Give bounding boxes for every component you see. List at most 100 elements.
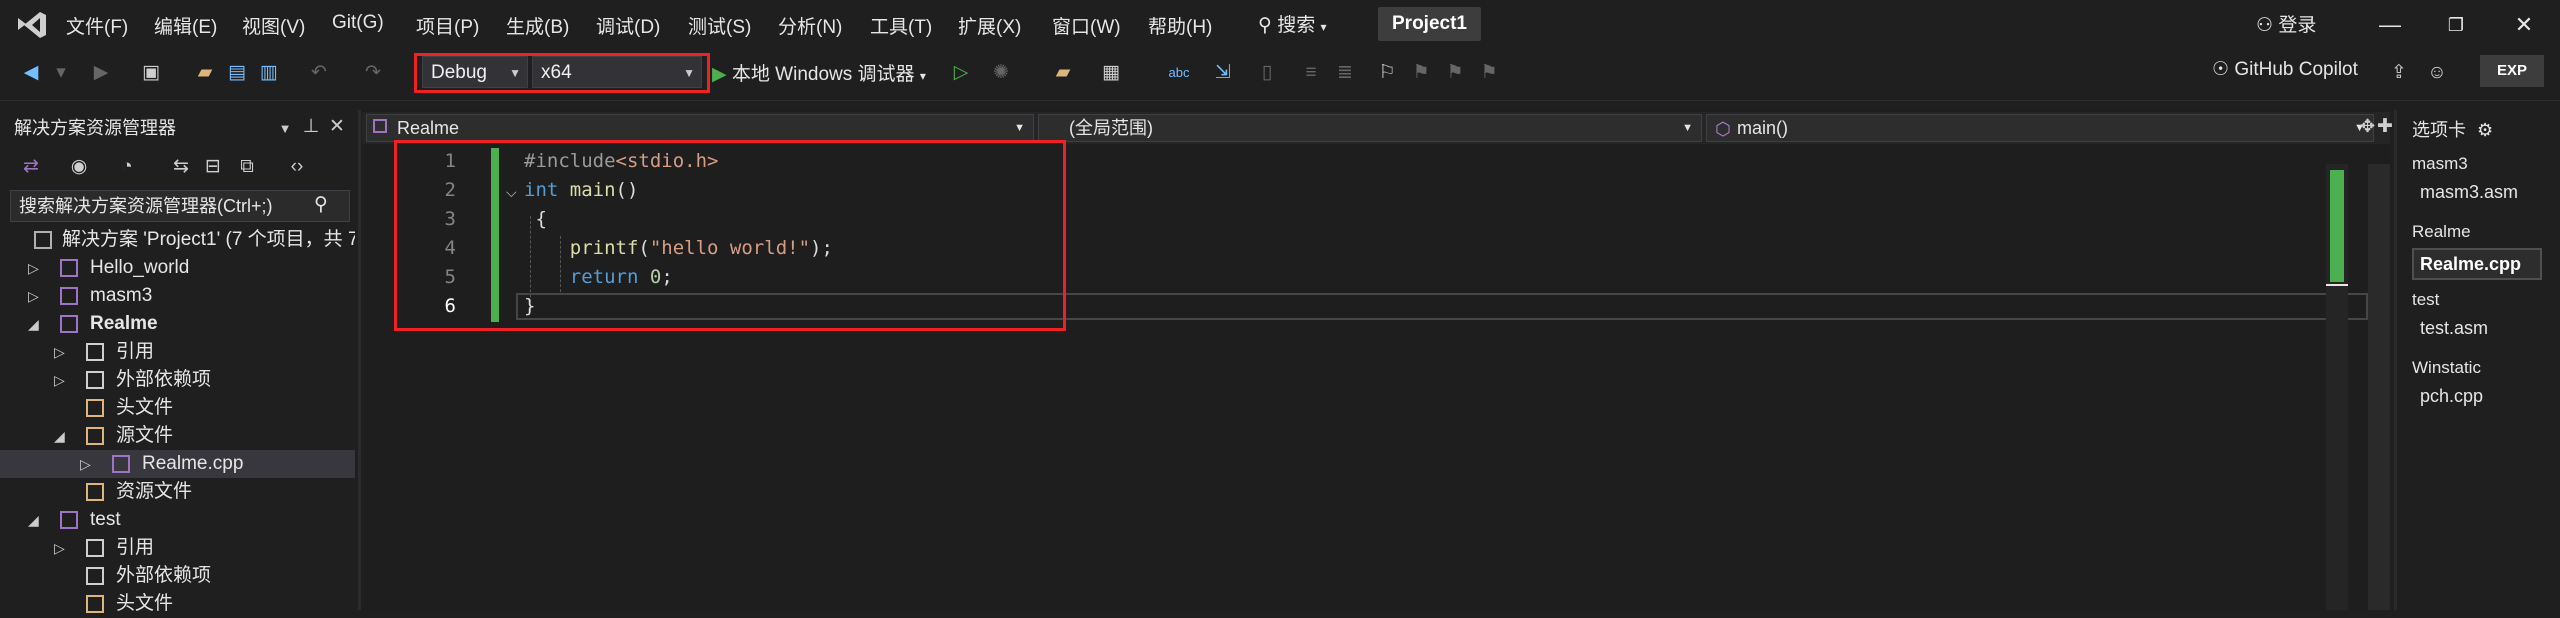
- spell-check-icon[interactable]: abc: [1164, 58, 1194, 88]
- menu-item[interactable]: Git(G): [332, 12, 384, 34]
- menu-item[interactable]: 分析(N): [778, 12, 842, 39]
- tab-file-item[interactable]: pch.cpp: [2420, 386, 2483, 407]
- menu-item[interactable]: 工具(T): [870, 12, 932, 39]
- tree-item[interactable]: 头文件: [0, 394, 355, 422]
- redo-icon[interactable]: ↷: [358, 58, 388, 88]
- collapsed-chevron-icon[interactable]: ▷: [54, 338, 65, 366]
- tab-file-item[interactable]: test.asm: [2420, 318, 2488, 339]
- start-debugging-button[interactable]: ▶ 本地 Windows 调试器 ▾: [712, 59, 926, 86]
- visual-studio-logo-icon[interactable]: [14, 8, 50, 42]
- tree-item[interactable]: ◢ Realme: [0, 310, 355, 338]
- expanded-chevron-icon[interactable]: ◢: [54, 422, 65, 450]
- member-navigation-select[interactable]: ⬡ main() ▼: [1706, 114, 2374, 142]
- menu-item[interactable]: 视图(V): [242, 12, 305, 39]
- sync-icon[interactable]: ⇆: [166, 152, 196, 182]
- search-label: 搜索: [1277, 15, 1316, 36]
- tree-item[interactable]: ▷ 引用: [0, 338, 355, 366]
- project-name-badge[interactable]: Project1: [1378, 7, 1481, 41]
- github-copilot-button[interactable]: ☉ GitHub Copilot: [2212, 58, 2358, 81]
- expanded-chevron-icon[interactable]: ◢: [28, 506, 39, 534]
- tree-item[interactable]: ▷ masm3: [0, 282, 355, 310]
- project-navigation-select[interactable]: Realme ▼: [366, 114, 1034, 142]
- indent-icon[interactable]: ≡: [1296, 58, 1326, 88]
- tab-file-item[interactable]: Realme.cpp: [2412, 248, 2542, 280]
- tree-item[interactable]: 外部依赖项: [0, 562, 355, 590]
- solution-root-item[interactable]: 解决方案 'Project1' (7 个项目，共 7: [0, 226, 355, 254]
- collapsed-chevron-icon[interactable]: ▷: [54, 534, 65, 562]
- menu-item[interactable]: 文件(F): [66, 12, 128, 39]
- scope-navigation-select[interactable]: (全局范围) ▼: [1038, 114, 1702, 142]
- minimize-button[interactable]: —: [2372, 8, 2408, 42]
- tree-item[interactable]: ◢ test: [0, 506, 355, 534]
- collapsed-chevron-icon[interactable]: ▷: [80, 450, 91, 478]
- collapsed-chevron-icon[interactable]: ▷: [28, 282, 39, 310]
- menu-item[interactable]: 帮助(H): [1148, 12, 1212, 39]
- tab-file-item[interactable]: masm3.asm: [2420, 182, 2518, 203]
- save-all-icon[interactable]: ▥: [254, 58, 284, 88]
- menu-item[interactable]: 项目(P): [416, 12, 479, 39]
- layout-icon[interactable]: ▦: [1096, 58, 1126, 88]
- tree-item[interactable]: 资源文件: [0, 478, 355, 506]
- menu-item[interactable]: 编辑(E): [154, 12, 217, 39]
- open-folder-icon[interactable]: ▰: [190, 58, 220, 88]
- menu-item[interactable]: 调试(D): [596, 12, 660, 39]
- new-project-icon[interactable]: ▣: [136, 58, 166, 88]
- folder-icon[interactable]: ▰: [1048, 58, 1078, 88]
- menu-item[interactable]: 测试(S): [688, 12, 751, 39]
- scrollbar-caret-marker: [2326, 284, 2348, 286]
- collapsed-chevron-icon[interactable]: ▷: [54, 366, 65, 394]
- bookmark-icon[interactable]: ⚐: [1372, 58, 1402, 88]
- home-icon[interactable]: ◉: [64, 152, 94, 182]
- solution-explorer-search-input[interactable]: 搜索解决方案资源管理器(Ctrl+;): [10, 190, 350, 222]
- search-icon[interactable]: ⚲: [306, 190, 336, 220]
- cpp-project-icon: [373, 119, 387, 133]
- close-button[interactable]: ✕: [2506, 8, 2542, 42]
- menu-item[interactable]: 窗口(W): [1052, 12, 1121, 39]
- search-menu[interactable]: ⚲ 搜索 ▾: [1258, 10, 1327, 37]
- filter-folder-icon: [86, 399, 104, 417]
- external-deps-icon: [86, 567, 104, 585]
- share-icon[interactable]: ⇪: [2384, 58, 2414, 88]
- prev-bookmark-icon[interactable]: ⚑: [1406, 58, 1436, 88]
- login-button[interactable]: ⚇ 登录: [2256, 10, 2316, 37]
- comment-icon[interactable]: ▯: [1252, 58, 1282, 88]
- hot-reload-icon[interactable]: ✺: [986, 58, 1016, 88]
- navigate-back-icon[interactable]: ◀: [16, 58, 46, 88]
- project-icon: [60, 511, 78, 529]
- tree-item[interactable]: ▷ 引用: [0, 534, 355, 562]
- tree-item[interactable]: ▷ Realme.cpp: [0, 450, 355, 478]
- start-without-debugging-icon[interactable]: ▷: [946, 58, 976, 88]
- feedback-icon[interactable]: ☺: [2422, 58, 2452, 88]
- tree-item[interactable]: ◢ 源文件: [0, 422, 355, 450]
- undo-icon[interactable]: ↶: [304, 58, 334, 88]
- collapse-all-icon[interactable]: ⊟: [198, 152, 228, 182]
- exp-button[interactable]: EXP: [2480, 55, 2544, 87]
- tab-group-header: Winstatic: [2412, 358, 2481, 377]
- save-icon[interactable]: ▤: [222, 58, 252, 88]
- navigate-forward-icon[interactable]: ▶: [86, 58, 116, 88]
- references-icon: [86, 343, 104, 361]
- clear-bookmarks-icon[interactable]: ⚑: [1474, 58, 1504, 88]
- expanded-chevron-icon[interactable]: ◢: [28, 310, 39, 338]
- menu-item[interactable]: 生成(B): [506, 12, 569, 39]
- tree-item[interactable]: ▷ 外部依赖项: [0, 366, 355, 394]
- pending-changes-icon[interactable]: ◔: [112, 152, 142, 182]
- gear-icon[interactable]: ⚙: [2477, 120, 2493, 140]
- show-all-files-icon[interactable]: ⧉: [232, 152, 262, 182]
- next-bookmark-icon[interactable]: ⚑: [1440, 58, 1470, 88]
- code-view-icon[interactable]: ‹›: [282, 152, 312, 182]
- close-icon[interactable]: ✕: [322, 112, 352, 142]
- dock-icon[interactable]: ✥: [2360, 116, 2375, 137]
- outdent-icon[interactable]: ≣: [1330, 58, 1360, 88]
- chevron-down-icon[interactable]: ▾: [46, 58, 76, 88]
- cursor-icon[interactable]: ⇲: [1208, 58, 1238, 88]
- sync-with-active-document-icon[interactable]: ⇄: [16, 152, 46, 182]
- vertical-scrollbar[interactable]: [2368, 164, 2390, 610]
- menu-item[interactable]: 扩展(X): [958, 12, 1021, 39]
- tree-item[interactable]: ▷ Hello_world: [0, 254, 355, 282]
- chevron-down-icon: ▼: [1014, 122, 1025, 134]
- restore-button[interactable]: ❐: [2438, 8, 2474, 42]
- chevron-down-icon: ▼: [1682, 122, 1693, 134]
- collapsed-chevron-icon[interactable]: ▷: [28, 254, 39, 282]
- tree-item[interactable]: 头文件: [0, 590, 355, 618]
